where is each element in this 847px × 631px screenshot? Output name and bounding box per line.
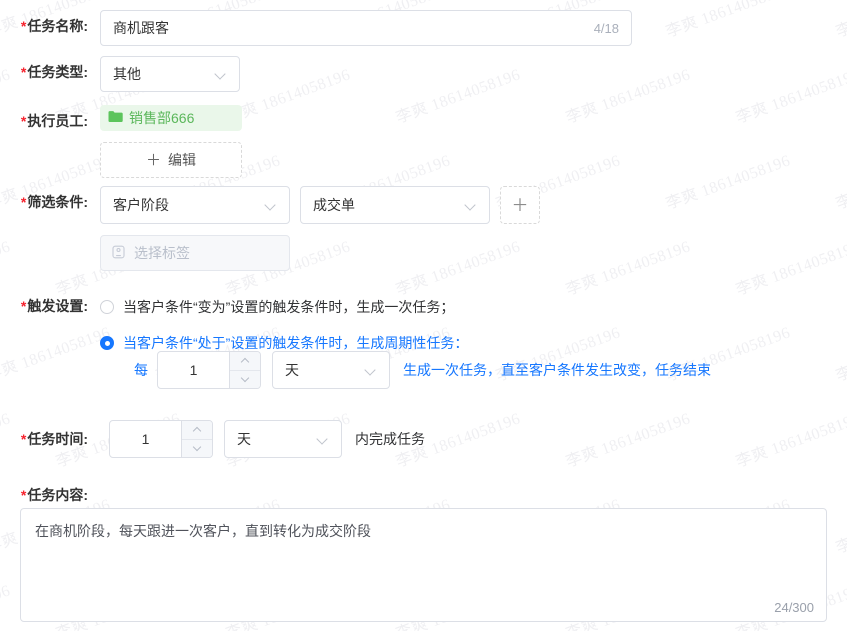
field-row-filter: *筛选条件: 客户阶段 成交单 ＋ 选择标签 (0, 186, 540, 271)
interval-increment-button[interactable] (230, 352, 260, 370)
task-time-value[interactable]: 1 (110, 421, 181, 457)
required-asterisk: * (20, 113, 27, 129)
task-time-suffix-label: 内完成任务 (355, 431, 425, 447)
trigger-option-periodic[interactable]: 当客户条件“处于”设置的触发条件时，生成周期性任务： (100, 333, 468, 353)
interval-suffix-label: 生成一次任务，直至客户条件发生改变，任务结束 (403, 362, 711, 378)
interval-prefix-label: 每 (134, 362, 148, 378)
trigger-option-once-label: 当客户条件“变为”设置的触发条件时，生成一次任务； (123, 299, 455, 315)
plus-icon: ＋ (145, 151, 161, 169)
task-content-textarea[interactable]: 在商机阶段，每天跟进一次客户，直到转化为成交阶段 24/300 (20, 508, 827, 622)
radio-once[interactable] (100, 300, 114, 314)
filter-tag-placeholder: 选择标签 (134, 245, 190, 261)
chevron-down-icon (465, 199, 477, 211)
executor-tag-label: 销售部666 (129, 110, 195, 126)
task-time-unit-select[interactable]: 天 (224, 420, 342, 458)
required-asterisk: * (20, 487, 27, 503)
filter-value-value: 成交单 (313, 197, 355, 213)
chevron-down-icon (193, 444, 202, 453)
filter-tag-select[interactable]: 选择标签 (100, 235, 290, 271)
executor-label: *执行员工: (0, 105, 100, 137)
field-row-task-time: *任务时间: 1 天 内完成任务 (0, 420, 425, 458)
required-asterisk: * (20, 194, 27, 210)
filter-add-button[interactable]: ＋ (500, 186, 540, 224)
chevron-up-icon (193, 425, 202, 434)
executor-content: 销售部666 ＋ 编辑 (100, 105, 242, 178)
field-row-task-content: *任务内容: (0, 480, 100, 510)
chevron-down-icon (317, 433, 329, 445)
interval-unit-select[interactable]: 天 (272, 351, 390, 389)
required-asterisk: * (20, 298, 27, 314)
task-name-input[interactable]: 商机跟客 4/18 (100, 10, 632, 46)
interval-unit-value: 天 (285, 362, 299, 378)
trigger-label-text: 触发设置: (27, 298, 88, 314)
tag-icon (112, 245, 125, 262)
chevron-down-icon (265, 199, 277, 211)
task-content-counter: 24/300 (774, 600, 814, 615)
radio-periodic[interactable] (100, 336, 114, 350)
task-name-counter: 4/18 (593, 20, 619, 36)
task-time-stepper-buttons (181, 421, 212, 457)
task-time-label-text: 任务时间: (27, 431, 88, 447)
task-name-label: *任务名称: (0, 10, 100, 42)
folder-icon (108, 110, 123, 126)
required-asterisk: * (20, 64, 27, 80)
plus-icon: ＋ (511, 195, 529, 215)
filter-content: 客户阶段 成交单 ＋ 选择标签 (100, 186, 540, 271)
filter-condition-row: 客户阶段 成交单 ＋ (100, 186, 540, 224)
executor-label-text: 执行员工: (27, 113, 88, 129)
chevron-down-icon (365, 364, 377, 376)
field-row-executor: *执行员工: 销售部666 ＋ 编辑 (0, 105, 242, 178)
task-content-label-text: 任务内容: (27, 487, 88, 503)
task-type-select[interactable]: 其他 (100, 56, 240, 92)
interval-stepper[interactable]: 1 (157, 351, 261, 389)
field-row-task-type: *任务类型: 其他 (0, 56, 240, 92)
task-name-value: 商机跟客 (113, 20, 169, 36)
interval-decrement-button[interactable] (230, 369, 260, 389)
filter-field-select[interactable]: 客户阶段 (100, 186, 290, 224)
trigger-content: 当客户条件“变为”设置的触发条件时，生成一次任务； 当客户条件“处于”设置的触发… (100, 290, 468, 353)
task-time-label: *任务时间: (0, 420, 100, 458)
trigger-option-once[interactable]: 当客户条件“变为”设置的触发条件时，生成一次任务； (100, 297, 468, 317)
required-asterisk: * (20, 18, 27, 34)
executor-edit-button[interactable]: ＋ 编辑 (100, 142, 242, 178)
task-type-label-text: 任务类型: (27, 64, 88, 80)
interval-value[interactable]: 1 (158, 352, 229, 388)
task-time-decrement-button[interactable] (182, 438, 212, 458)
task-content-label: *任务内容: (0, 480, 100, 510)
chevron-up-icon (241, 356, 250, 365)
task-name-label-text: 任务名称: (27, 18, 88, 34)
task-form: *任务名称: 商机跟客 4/18 *任务类型: 其他 *执行员工: 销售部666… (0, 0, 847, 631)
chevron-down-icon (241, 375, 250, 384)
filter-field-value: 客户阶段 (113, 197, 169, 213)
task-time-increment-button[interactable] (182, 421, 212, 439)
task-content-value: 在商机阶段，每天跟进一次客户，直到转化为成交阶段 (35, 523, 371, 539)
task-time-stepper[interactable]: 1 (109, 420, 213, 458)
filter-label-text: 筛选条件: (27, 194, 88, 210)
task-type-value: 其他 (113, 66, 141, 82)
trigger-interval-row: 每 1 天 生成一次任务，直至客户条件发生改变，任务结束 (134, 351, 711, 389)
interval-stepper-buttons (229, 352, 260, 388)
field-row-trigger: *触发设置: 当客户条件“变为”设置的触发条件时，生成一次任务； 当客户条件“处… (0, 290, 468, 353)
task-time-unit-value: 天 (237, 431, 251, 447)
field-row-task-name: *任务名称: 商机跟客 4/18 (0, 10, 632, 46)
task-type-label: *任务类型: (0, 56, 100, 88)
executor-edit-label: 编辑 (168, 152, 196, 168)
required-asterisk: * (20, 431, 27, 447)
trigger-option-periodic-label: 当客户条件“处于”设置的触发条件时，生成周期性任务： (123, 335, 469, 351)
filter-value-select[interactable]: 成交单 (300, 186, 490, 224)
chevron-down-icon (215, 68, 227, 80)
filter-label: *筛选条件: (0, 186, 100, 218)
executor-tag[interactable]: 销售部666 (100, 105, 242, 131)
trigger-label: *触发设置: (0, 290, 100, 322)
